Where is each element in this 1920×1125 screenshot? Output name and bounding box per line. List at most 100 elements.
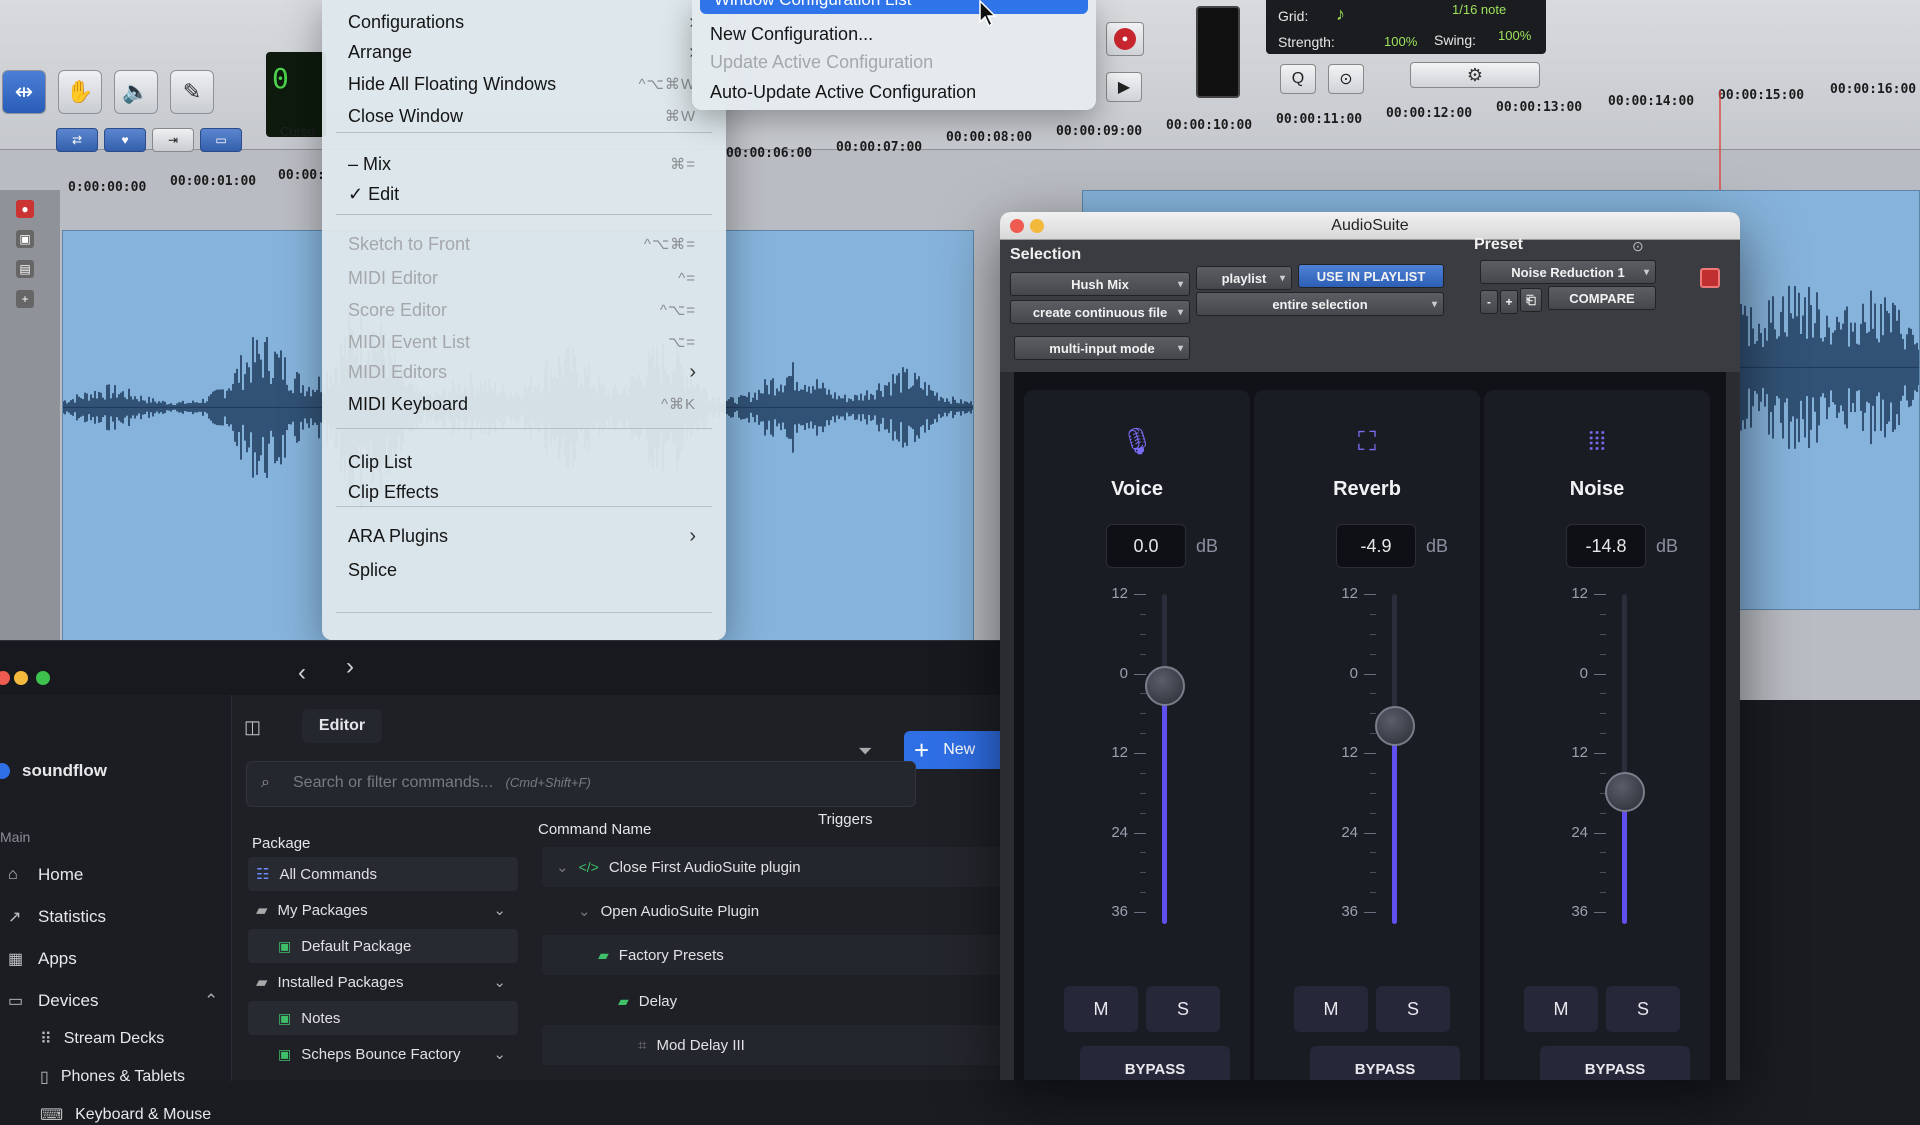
- menu-item-edit[interactable]: ✓ Edit: [348, 178, 706, 210]
- package-row-all-commands[interactable]: ☷ All Commands: [248, 857, 518, 891]
- solo-button[interactable]: S: [1606, 986, 1680, 1032]
- filter-icon[interactable]: ⏷: [858, 741, 872, 762]
- back-arrow-icon[interactable]: ‹: [298, 659, 306, 687]
- mute-button[interactable]: M: [1294, 986, 1368, 1032]
- record-enable-icon[interactable]: ●: [16, 200, 34, 218]
- menu-item-configurations[interactable]: Configurations›: [348, 6, 706, 38]
- preset-save-icon[interactable]: ⎗: [1520, 288, 1542, 312]
- menu-item-sketch-to-front[interactable]: Sketch to Front ^⌥⌘=: [348, 228, 706, 260]
- solo-button[interactable]: S: [1376, 986, 1450, 1032]
- menu-item-arrange[interactable]: Arrange›: [348, 36, 706, 68]
- track-icon-2[interactable]: ▤: [16, 260, 34, 278]
- package-row-my-packages[interactable]: ▰ My Packages ⌄: [248, 893, 518, 927]
- pencil-tool-icon[interactable]: ✎: [170, 70, 214, 114]
- menu-item-clip-effects[interactable]: Clip Effects: [348, 476, 706, 508]
- close-window-icon[interactable]: [1010, 219, 1024, 233]
- command-row[interactable]: ⌄ </> Close First AudioSuite plugin: [542, 847, 1022, 887]
- bypass-button[interactable]: BYPASS: [1540, 1046, 1690, 1080]
- gain-value-field[interactable]: -14.8: [1566, 524, 1646, 568]
- mute-button[interactable]: M: [1064, 986, 1138, 1032]
- speaker-icon[interactable]: 🔈: [114, 70, 158, 114]
- playhead[interactable]: [1719, 90, 1721, 200]
- minimize-window-icon[interactable]: [1030, 219, 1044, 233]
- menu-item-midi-event-list[interactable]: MIDI Event List ⌥=: [348, 326, 706, 358]
- preset-menu-icon[interactable]: ⊙: [1632, 238, 1644, 255]
- menu-item-update-active-configuration[interactable]: Update Active Configuration: [710, 52, 933, 73]
- preset-minus-button[interactable]: -: [1480, 290, 1498, 314]
- sidebar-item-apps[interactable]: ▦ Apps: [8, 949, 77, 969]
- package-row-notes[interactable]: ▣ Notes: [248, 1001, 518, 1035]
- swing-value[interactable]: 100%: [1498, 28, 1531, 43]
- menu-item-hide-all-floating-windows[interactable]: Hide All Floating Windows ^⌥⌘W: [348, 68, 706, 100]
- gear-icon[interactable]: ⚙: [1410, 62, 1540, 88]
- menu-item-score-editor[interactable]: Score Editor ^⌥=: [348, 294, 706, 326]
- package-row-scheps-bounce-factory[interactable]: ▣ Scheps Bounce Factory ⌄: [248, 1037, 518, 1071]
- fader-knob[interactable]: [1375, 706, 1415, 746]
- tab-editor[interactable]: Editor: [302, 709, 382, 743]
- package-row-default-package[interactable]: ▣ Default Package: [248, 929, 518, 963]
- chevron-down-icon[interactable]: ⌄: [493, 901, 506, 919]
- track-icon-1[interactable]: ▣: [16, 230, 34, 248]
- command-row[interactable]: ⌄ Open AudioSuite Plugin: [542, 891, 1022, 931]
- strength-value[interactable]: 100%: [1384, 34, 1417, 49]
- compare-button[interactable]: COMPARE: [1548, 286, 1656, 310]
- trim-tool-button[interactable]: ⇹: [2, 70, 46, 114]
- playlist-selector[interactable]: playlist: [1196, 266, 1292, 290]
- add-icon[interactable]: +: [16, 290, 34, 308]
- preset-plus-button[interactable]: +: [1500, 290, 1518, 314]
- preset-selector[interactable]: Noise Reduction 1: [1480, 260, 1656, 284]
- fader-knob[interactable]: [1145, 666, 1185, 707]
- sidebar-item-phones-tablets[interactable]: ▯ Phones & Tablets: [40, 1067, 185, 1087]
- chevron-up-icon[interactable]: ⌃: [204, 991, 218, 1011]
- play-button[interactable]: ▶: [1106, 72, 1142, 102]
- menu-item-new-configuration[interactable]: New Configuration...: [710, 24, 873, 45]
- forward-arrow-icon[interactable]: ›: [346, 653, 354, 681]
- multi-input-mode-selector[interactable]: multi-input mode: [1014, 336, 1190, 360]
- command-row[interactable]: ⌗ Mod Delay III: [542, 1025, 1022, 1065]
- solo-button[interactable]: S: [1146, 986, 1220, 1032]
- gain-value-field[interactable]: -4.9: [1336, 524, 1416, 568]
- bypass-button[interactable]: BYPASS: [1310, 1046, 1460, 1080]
- menu-item-midi-editor[interactable]: MIDI Editor ^=: [348, 262, 706, 294]
- menu-item-auto-update-configuration[interactable]: Auto-Update Active Configuration: [710, 82, 976, 103]
- gain-value-field[interactable]: 0.0: [1106, 524, 1186, 568]
- command-row[interactable]: ▰ Delay: [542, 981, 1022, 1021]
- grabber-tool-icon[interactable]: ✋: [58, 70, 102, 114]
- zoom-button[interactable]: Q: [1280, 64, 1316, 94]
- sidebar-item-stream-decks[interactable]: ⠿ Stream Decks: [40, 1029, 164, 1049]
- menu-item-clip-list[interactable]: Clip List: [348, 446, 706, 478]
- submenu-highlighted-item[interactable]: Window Configuration List: [700, 0, 1088, 14]
- menu-item-midi-editors[interactable]: MIDI Editors ›: [348, 356, 706, 388]
- menu-item-ara-plugins[interactable]: ARA Plugins ›: [348, 520, 706, 552]
- mute-button[interactable]: M: [1524, 986, 1598, 1032]
- fader-knob[interactable]: [1605, 772, 1645, 812]
- zoom-toggle-button[interactable]: ⊙: [1328, 64, 1364, 94]
- package-row-installed-packages[interactable]: ▰ Installed Packages ⌄: [248, 965, 518, 999]
- sidebar-item-statistics[interactable]: ↗ Statistics: [8, 907, 106, 927]
- command-row[interactable]: ▰ Factory Presets: [542, 935, 1022, 975]
- use-in-playlist-button[interactable]: USE IN PLAYLIST: [1298, 264, 1444, 288]
- processing-mode-selector[interactable]: create continuous file: [1010, 300, 1190, 324]
- menu-item-close-window[interactable]: Close Window ⌘W: [348, 100, 706, 132]
- grid-value[interactable]: 1/16 note: [1452, 2, 1506, 17]
- sidebar-item-keyboard-mouse[interactable]: ⌨ Keyboard & Mouse: [40, 1105, 211, 1125]
- chevron-down-icon[interactable]: ⌄: [493, 973, 506, 991]
- scale-minor-tick: [1370, 693, 1376, 695]
- close-window-icon[interactable]: [0, 671, 10, 685]
- chevron-down-icon[interactable]: ⌄: [493, 1045, 506, 1063]
- record-button[interactable]: ●: [1106, 22, 1144, 56]
- menu-item-splice[interactable]: Splice: [348, 554, 706, 586]
- sidebar-item-devices[interactable]: ▭ Devices ⌃: [8, 991, 218, 1011]
- bypass-button[interactable]: BYPASS: [1080, 1046, 1230, 1080]
- new-button[interactable]: + New: [904, 731, 1006, 769]
- search-input[interactable]: ⌕ Search or filter commands... (Cmd+Shif…: [246, 761, 916, 807]
- minimize-window-icon[interactable]: [14, 671, 28, 685]
- zoom-window-icon[interactable]: [36, 671, 50, 685]
- menu-item-mix[interactable]: – Mix ⌘=: [348, 148, 706, 180]
- sidebar-toggle-icon[interactable]: ◫: [244, 717, 261, 738]
- menu-item-midi-keyboard[interactable]: MIDI Keyboard ^⌘K: [348, 388, 706, 420]
- target-button-icon[interactable]: [1700, 268, 1720, 288]
- sidebar-item-home[interactable]: ⌂ Home: [8, 865, 83, 885]
- selection-range-selector[interactable]: entire selection: [1196, 292, 1444, 316]
- plugin-selector[interactable]: Hush Mix: [1010, 272, 1190, 296]
